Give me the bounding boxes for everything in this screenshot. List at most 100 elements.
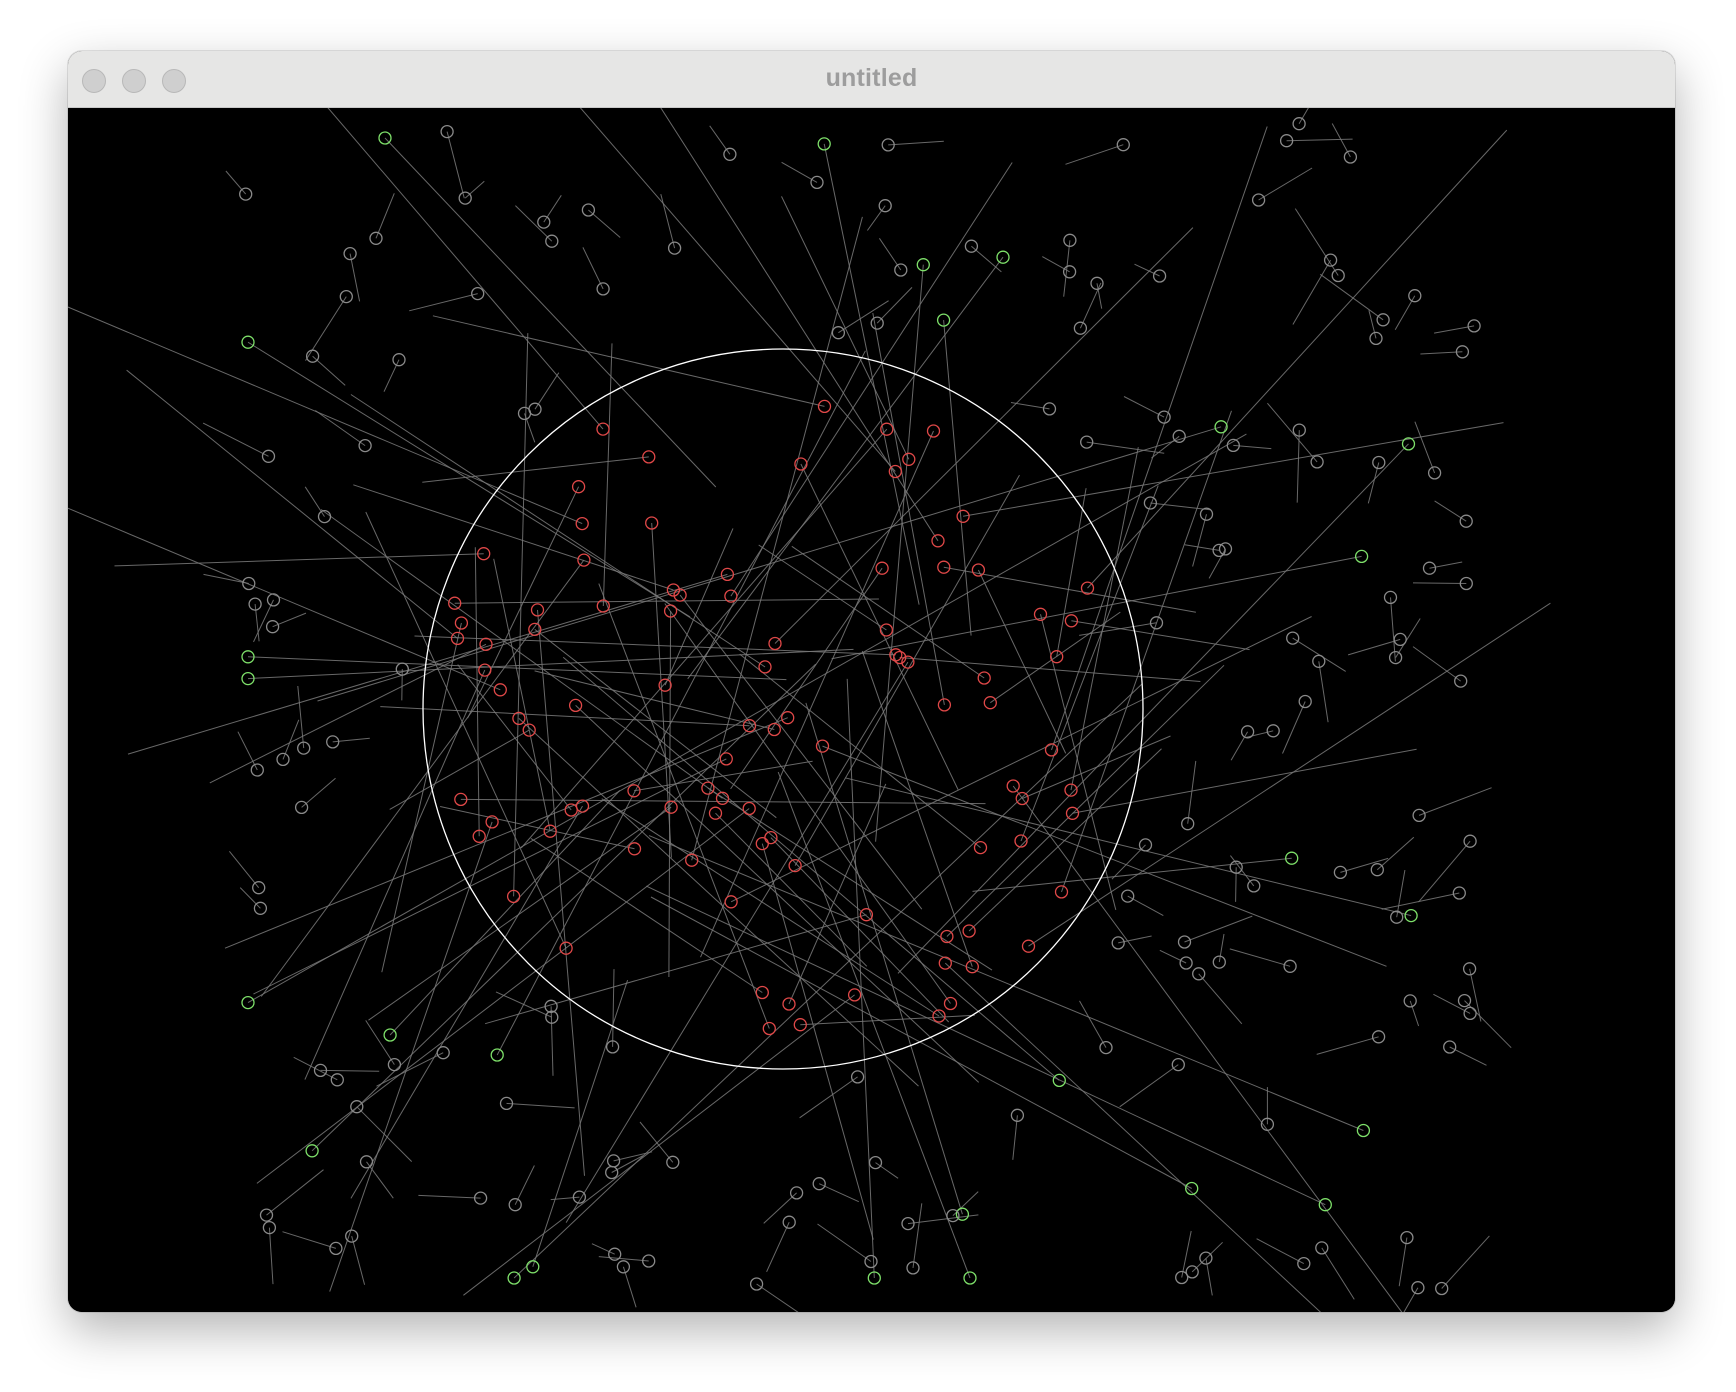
- connector-line: [565, 661, 909, 1223]
- title-bar[interactable]: untitled: [68, 51, 1675, 108]
- connector-line: [794, 474, 1020, 866]
- connector-line: [1381, 892, 1460, 910]
- connector-line: [1412, 582, 1467, 584]
- connector-line: [389, 729, 530, 810]
- connector-line: [389, 790, 621, 1036]
- connector-line: [457, 664, 572, 811]
- connector-line: [1412, 646, 1461, 682]
- connector-line: [537, 609, 585, 1176]
- connector-line: [963, 422, 1504, 517]
- connector-line: [582, 247, 604, 290]
- connector-line: [1235, 867, 1237, 902]
- connector-line: [266, 1169, 324, 1216]
- connector-line: [327, 108, 604, 430]
- connector-line: [1079, 622, 1157, 636]
- connector-line: [1087, 129, 1508, 589]
- connector-line: [1192, 514, 1207, 567]
- connector-line: [460, 798, 986, 805]
- connector-line: [943, 566, 1196, 613]
- connector-line: [761, 843, 874, 1240]
- connector-line: [1159, 949, 1187, 964]
- connector-line: [660, 193, 676, 249]
- connector-line: [350, 805, 583, 1199]
- connector-line: [114, 553, 484, 567]
- connector-line: [247, 433, 1247, 1004]
- connector-line: [1134, 263, 1160, 277]
- connector-line: [513, 683, 1143, 1279]
- connector-line: [990, 611, 1121, 704]
- connector-line: [518, 718, 919, 1087]
- connector-line: [687, 256, 1004, 680]
- connector-line: [1070, 447, 1139, 791]
- outside-particle: [239, 187, 253, 201]
- connector-line: [1258, 167, 1313, 201]
- connector-line: [365, 1020, 395, 1065]
- connector-line: [1286, 138, 1353, 142]
- sketch-canvas[interactable]: [68, 108, 1675, 1312]
- connector-line: [1020, 485, 1159, 842]
- connector-line: [282, 1231, 337, 1249]
- connector-line: [268, 1227, 274, 1285]
- connector-line: [602, 343, 613, 607]
- connector-line: [1208, 548, 1226, 579]
- connector-line: [1042, 256, 1070, 273]
- connector-line: [1079, 1000, 1107, 1048]
- connector-line: [1061, 410, 1232, 893]
- connector-line: [256, 808, 750, 1184]
- outside-particle: [458, 191, 472, 205]
- connector-line: [646, 885, 1326, 1206]
- connector-line: [305, 296, 347, 361]
- connector-lines: [68, 108, 1551, 1312]
- connector-line: [375, 193, 395, 239]
- outside-particle: [436, 1046, 450, 1060]
- connector-line: [366, 1161, 394, 1199]
- connector-line: [524, 413, 536, 443]
- connector-line: [401, 669, 403, 701]
- outside-particle: [1073, 321, 1088, 335]
- connector-line: [968, 748, 1162, 932]
- connector-line: [1418, 840, 1471, 903]
- connector-line: [1267, 402, 1318, 463]
- connector-line: [496, 350, 866, 1056]
- connector-line: [660, 108, 939, 542]
- window-title: untitled: [825, 64, 918, 92]
- connector-line: [376, 1052, 444, 1087]
- connector-line: [1245, 730, 1274, 738]
- connector-line: [875, 264, 924, 842]
- connector-line: [875, 1162, 899, 1179]
- connector-line: [799, 1076, 858, 1119]
- connector-line: [301, 777, 336, 808]
- connector-line: [446, 131, 465, 199]
- connector-line: [770, 837, 950, 1023]
- connector-line: [1396, 870, 1406, 918]
- connector-line: [1230, 731, 1249, 761]
- connector-line: [464, 180, 485, 199]
- connector-line: [897, 443, 1409, 974]
- connector-line: [383, 359, 400, 392]
- connector-line: [888, 140, 944, 146]
- connector-line: [1051, 126, 1268, 751]
- connector-line: [1187, 760, 1197, 824]
- connector-line: [912, 1203, 923, 1268]
- connector-line: [805, 702, 963, 1215]
- connector-line: [612, 969, 615, 1047]
- connector-line: [1298, 108, 1309, 124]
- connector-line: [229, 850, 260, 889]
- connector-line: [506, 1102, 575, 1109]
- connector-line: [730, 162, 1013, 597]
- connector-line: [1071, 620, 1250, 651]
- connector-line: [575, 705, 980, 1083]
- connector-line: [1292, 259, 1332, 325]
- connector-line: [203, 573, 249, 584]
- connector-line: [315, 410, 366, 447]
- connector-line: [356, 1106, 413, 1162]
- app-window: untitled: [68, 51, 1675, 1312]
- connector-line: [432, 315, 825, 407]
- outside-particle: [252, 881, 266, 895]
- connector-line: [409, 293, 478, 312]
- connector-line: [1028, 602, 1551, 947]
- connector-line: [679, 594, 923, 910]
- connector-line: [1418, 787, 1492, 816]
- connector-line: [946, 664, 1225, 937]
- connector-line: [817, 1223, 872, 1262]
